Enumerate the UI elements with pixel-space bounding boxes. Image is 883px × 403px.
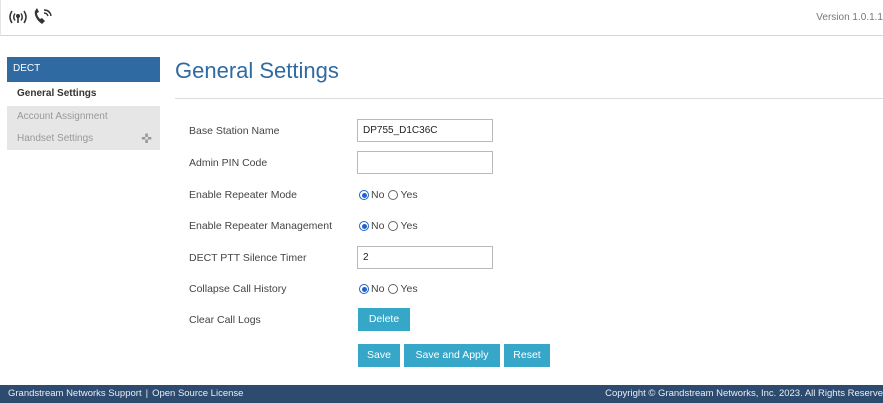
radio-label-no: No xyxy=(371,220,385,232)
repeater-mode-no-radio[interactable] xyxy=(359,190,369,200)
repeater-management-label: Enable Repeater Management xyxy=(189,220,333,232)
base-station-name-input[interactable] xyxy=(357,119,493,142)
repeater-mode-radio-group: No Yes xyxy=(359,189,422,201)
admin-pin-input[interactable] xyxy=(357,151,493,174)
footer-separator: | xyxy=(145,388,149,399)
top-bar: Version 1.0.1.1 xyxy=(0,0,883,36)
sidebar-item-account-assignment[interactable]: Account Assignment xyxy=(7,106,160,128)
title-divider xyxy=(175,98,883,99)
page-title: General Settings xyxy=(175,58,339,83)
clear-call-logs-label: Clear Call Logs xyxy=(189,314,261,326)
expand-plus-icon[interactable]: ✜ xyxy=(141,131,152,147)
sidebar-item-label: Handset Settings xyxy=(17,133,94,144)
copyright: Copyright © Grandstream Networks, Inc. 2… xyxy=(605,388,883,399)
sidebar-section-dect[interactable]: DECT xyxy=(7,57,160,82)
radio-label-yes: Yes xyxy=(400,189,418,201)
admin-pin-label: Admin PIN Code xyxy=(189,157,268,169)
delete-button[interactable]: Delete xyxy=(358,308,410,331)
logo xyxy=(7,6,59,28)
footer-links: Grandstream Networks Support | Open Source… xyxy=(8,388,243,399)
save-button[interactable]: Save xyxy=(358,344,400,367)
collapse-history-no-radio[interactable] xyxy=(359,284,369,294)
repeater-mode-label: Enable Repeater Mode xyxy=(189,189,297,201)
sidebar-item-handset-settings[interactable]: Handset Settings ✜ xyxy=(7,128,160,150)
radio-label-no: No xyxy=(371,189,385,201)
sidebar: DECT General Settings Account Assignment… xyxy=(7,57,160,150)
radio-label-no: No xyxy=(371,283,385,295)
open-source-license-link[interactable]: Open Source License xyxy=(152,388,243,399)
version-label: Version 1.0.1.1 xyxy=(816,12,883,23)
radio-label-yes: Yes xyxy=(400,220,418,232)
repeater-mode-yes-radio[interactable] xyxy=(388,190,399,200)
footer: Grandstream Networks Support | Open Source… xyxy=(0,385,883,403)
radio-label-yes: Yes xyxy=(400,283,418,295)
collapse-call-history-radio-group: No Yes xyxy=(359,283,422,295)
collapse-call-history-label: Collapse Call History xyxy=(189,283,287,295)
repeater-management-radio-group: No Yes xyxy=(359,220,422,232)
sidebar-item-label: Account Assignment xyxy=(17,111,108,122)
support-link[interactable]: Grandstream Networks Support xyxy=(8,388,142,399)
base-station-name-label: Base Station Name xyxy=(189,125,280,137)
phone-ring-icon xyxy=(34,8,52,24)
save-and-apply-button[interactable]: Save and Apply xyxy=(404,344,500,367)
sidebar-item-general-settings[interactable]: General Settings xyxy=(7,82,160,106)
repeater-management-yes-radio[interactable] xyxy=(388,221,399,231)
repeater-management-no-radio[interactable] xyxy=(359,221,369,231)
ptt-silence-timer-input[interactable] xyxy=(357,246,493,269)
ptt-silence-timer-label: DECT PTT Silence Timer xyxy=(189,252,307,264)
reset-button[interactable]: Reset xyxy=(504,344,550,367)
collapse-history-yes-radio[interactable] xyxy=(388,284,399,294)
wireless-signal-icon xyxy=(9,10,27,24)
